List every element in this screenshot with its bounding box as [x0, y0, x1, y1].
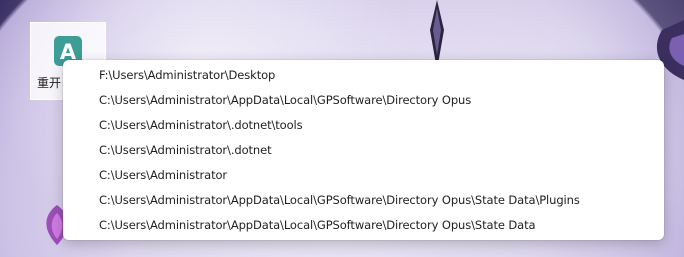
menu-item-path[interactable]: C:\Users\Administrator\AppData\Local\GPS…	[63, 213, 664, 238]
menu-item-path[interactable]: C:\Users\Administrator\.dotnet\tools	[63, 113, 664, 138]
menu-item-path[interactable]: C:\Users\Administrator\AppData\Local\GPS…	[63, 88, 664, 113]
menu-item-path[interactable]: C:\Users\Administrator	[63, 163, 664, 188]
menu-item-path[interactable]: C:\Users\Administrator\AppData\Local\GPS…	[63, 188, 664, 213]
shortcut-label: 重开	[37, 76, 62, 90]
menu-item-path[interactable]: F:\Users\Administrator\Desktop	[63, 63, 664, 88]
recent-paths-menu: F:\Users\Administrator\Desktop C:\Users\…	[63, 60, 664, 240]
menu-item-path[interactable]: C:\Users\Administrator\.dotnet	[63, 138, 664, 163]
